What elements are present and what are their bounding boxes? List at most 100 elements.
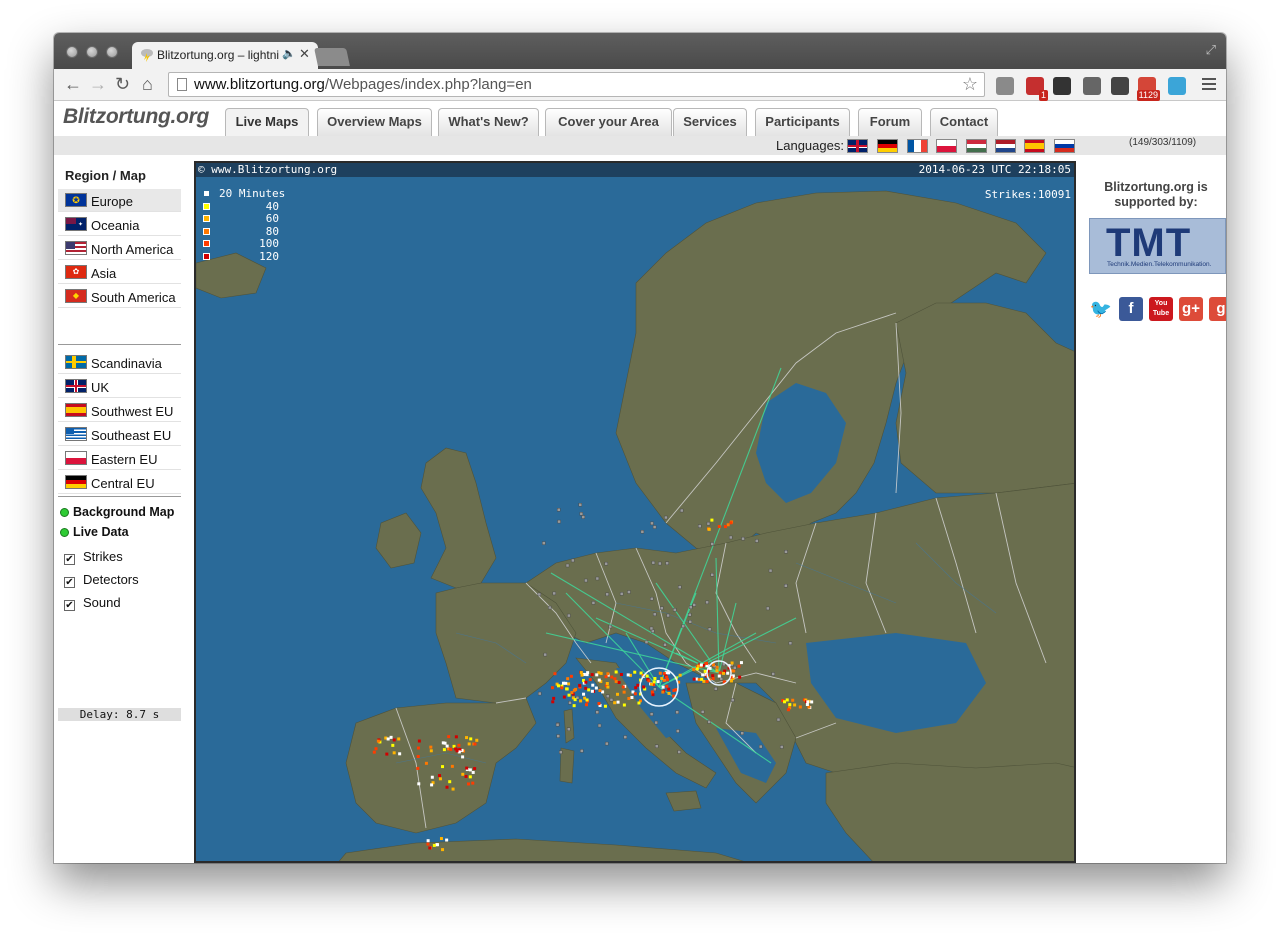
background-map-toggle[interactable]: Background Map: [60, 505, 174, 519]
nav-tab-forum[interactable]: Forum: [858, 108, 922, 136]
google-plus-icon-2[interactable]: g: [1209, 297, 1226, 321]
region-item-oceania[interactable]: ✦ Oceania: [58, 213, 181, 236]
region-label: UK: [91, 380, 110, 395]
strike-marker: [622, 703, 626, 707]
strike-marker: [785, 698, 789, 702]
twitter-icon[interactable]: 🐦: [1089, 297, 1113, 321]
bookmark-star-icon[interactable]: ☆: [962, 74, 978, 95]
detector-marker: [698, 524, 702, 528]
menu-icon[interactable]: [1202, 78, 1216, 93]
region-item-southwest-eu[interactable]: Southwest EU: [58, 399, 181, 422]
strikes-checkbox[interactable]: ✔ Strikes: [64, 549, 123, 565]
language-flag-hu[interactable]: [966, 139, 987, 153]
detector-marker: [653, 687, 657, 691]
zoom-window-button[interactable]: [106, 46, 118, 58]
strike-marker: [597, 702, 601, 706]
europe-map-canvas[interactable]: [196, 163, 1076, 863]
strike-marker: [658, 671, 662, 675]
extension-icon-2[interactable]: 1: [1026, 77, 1048, 101]
nav-tab-cover-your-area[interactable]: Cover your Area: [545, 108, 672, 136]
reload-button[interactable]: ↻: [115, 74, 130, 94]
strike-marker: [807, 705, 811, 709]
detector-marker: [652, 525, 657, 529]
region-item-europe[interactable]: ✪ Europe: [58, 189, 181, 212]
speaker-icon[interactable]: 🔈: [282, 47, 296, 60]
strike-marker: [467, 742, 471, 746]
region-item-north-america[interactable]: North America: [58, 237, 181, 260]
fullscreen-icon[interactable]: ⤢: [1206, 42, 1216, 58]
live-data-toggle[interactable]: Live Data: [60, 525, 129, 539]
region-item-asia[interactable]: ✿ Asia: [58, 261, 181, 284]
detectors-checkbox[interactable]: ✔ Detectors: [64, 572, 139, 588]
nav-tab-services[interactable]: Services: [673, 108, 747, 136]
cast-icon[interactable]: [1083, 77, 1101, 95]
region-item-scandinavia[interactable]: Scandinavia: [58, 351, 181, 374]
extension-icon-1[interactable]: [996, 77, 1014, 95]
strike-marker: [711, 674, 715, 678]
close-window-button[interactable]: [66, 46, 78, 58]
address-bar[interactable]: www.blitzortung.org/Webpages/index.php?l…: [168, 72, 985, 97]
detector-marker: [714, 687, 718, 691]
nav-tab-live-maps[interactable]: Live Maps: [225, 108, 309, 137]
region-label: Scandinavia: [91, 356, 162, 371]
strike-marker: [441, 765, 445, 769]
strike-marker: [468, 775, 472, 779]
minimize-window-button[interactable]: [86, 46, 98, 58]
strike-marker: [457, 743, 461, 747]
home-button[interactable]: ⌂: [142, 74, 153, 94]
language-flag-fr[interactable]: [907, 139, 928, 153]
language-flag-de[interactable]: [877, 139, 898, 153]
legend-entry: 120: [203, 250, 279, 263]
extension-icon-m[interactable]: [1168, 77, 1186, 95]
detector-marker: [565, 563, 570, 568]
nav-tab-what-s-new[interactable]: What's New?: [438, 108, 539, 136]
language-flag-ru[interactable]: [1054, 139, 1075, 153]
region-item-uk[interactable]: UK: [58, 375, 181, 398]
tmt-logo[interactable]: TMT Technik.Medien.Telekommunikation.: [1089, 218, 1226, 274]
language-flag-nl[interactable]: [995, 139, 1016, 153]
strike-marker: [704, 661, 708, 665]
strike-marker: [717, 674, 721, 678]
region-item-south-america[interactable]: ◆ South America: [58, 285, 181, 308]
strike-marker: [461, 772, 465, 776]
nav-tab-contact[interactable]: Contact: [930, 108, 998, 136]
language-flag-es[interactable]: [1024, 139, 1045, 153]
region-item-central-eu[interactable]: Central EU: [58, 471, 181, 494]
tab-close-icon[interactable]: ✕: [299, 46, 310, 62]
new-tab-button[interactable]: [314, 48, 350, 66]
strike-marker: [430, 783, 434, 787]
strike-marker: [721, 671, 725, 675]
detector-marker: [605, 741, 609, 746]
forward-button[interactable]: →: [89, 74, 107, 94]
site-logo[interactable]: Blitzortung.org: [63, 105, 209, 129]
nav-tab-participants[interactable]: Participants: [755, 108, 850, 136]
nav-tab-overview-maps[interactable]: Overview Maps: [317, 108, 432, 136]
detector-marker: [552, 591, 556, 596]
incognito-icon[interactable]: [1111, 77, 1129, 95]
lightning-map[interactable]: © www.Blitzortung.org 2014-06-23 UTC 22:…: [194, 161, 1076, 863]
back-button[interactable]: ←: [64, 74, 82, 94]
language-flag-pl[interactable]: [936, 139, 957, 153]
strike-marker: [606, 685, 610, 689]
detector-marker: [728, 535, 733, 540]
youtube-icon[interactable]: You Tube: [1149, 297, 1173, 321]
google-plus-icon[interactable]: g+: [1179, 297, 1203, 321]
extension-icon-3[interactable]: [1053, 77, 1071, 95]
facebook-icon[interactable]: f: [1119, 297, 1143, 321]
region-item-southeast-eu[interactable]: Southeast EU: [58, 423, 181, 446]
strike-marker: [678, 673, 682, 677]
detector-marker: [776, 717, 781, 722]
strike-marker: [461, 755, 465, 759]
strike-marker: [435, 843, 439, 847]
strike-marker: [468, 768, 472, 772]
language-flag-en[interactable]: [847, 139, 868, 153]
strike-marker: [786, 708, 790, 712]
strike-marker: [715, 669, 719, 673]
strike-marker: [426, 842, 430, 846]
browser-tab-active[interactable]: Blitzortung.org – lightni 🔈 ✕: [132, 42, 318, 69]
gmail-icon[interactable]: 1129: [1136, 77, 1160, 101]
flag-icon: ✿: [65, 265, 87, 279]
sound-checkbox[interactable]: ✔ Sound: [64, 595, 121, 611]
region-item-eastern-eu[interactable]: Eastern EU: [58, 447, 181, 470]
strike-marker: [475, 738, 479, 742]
